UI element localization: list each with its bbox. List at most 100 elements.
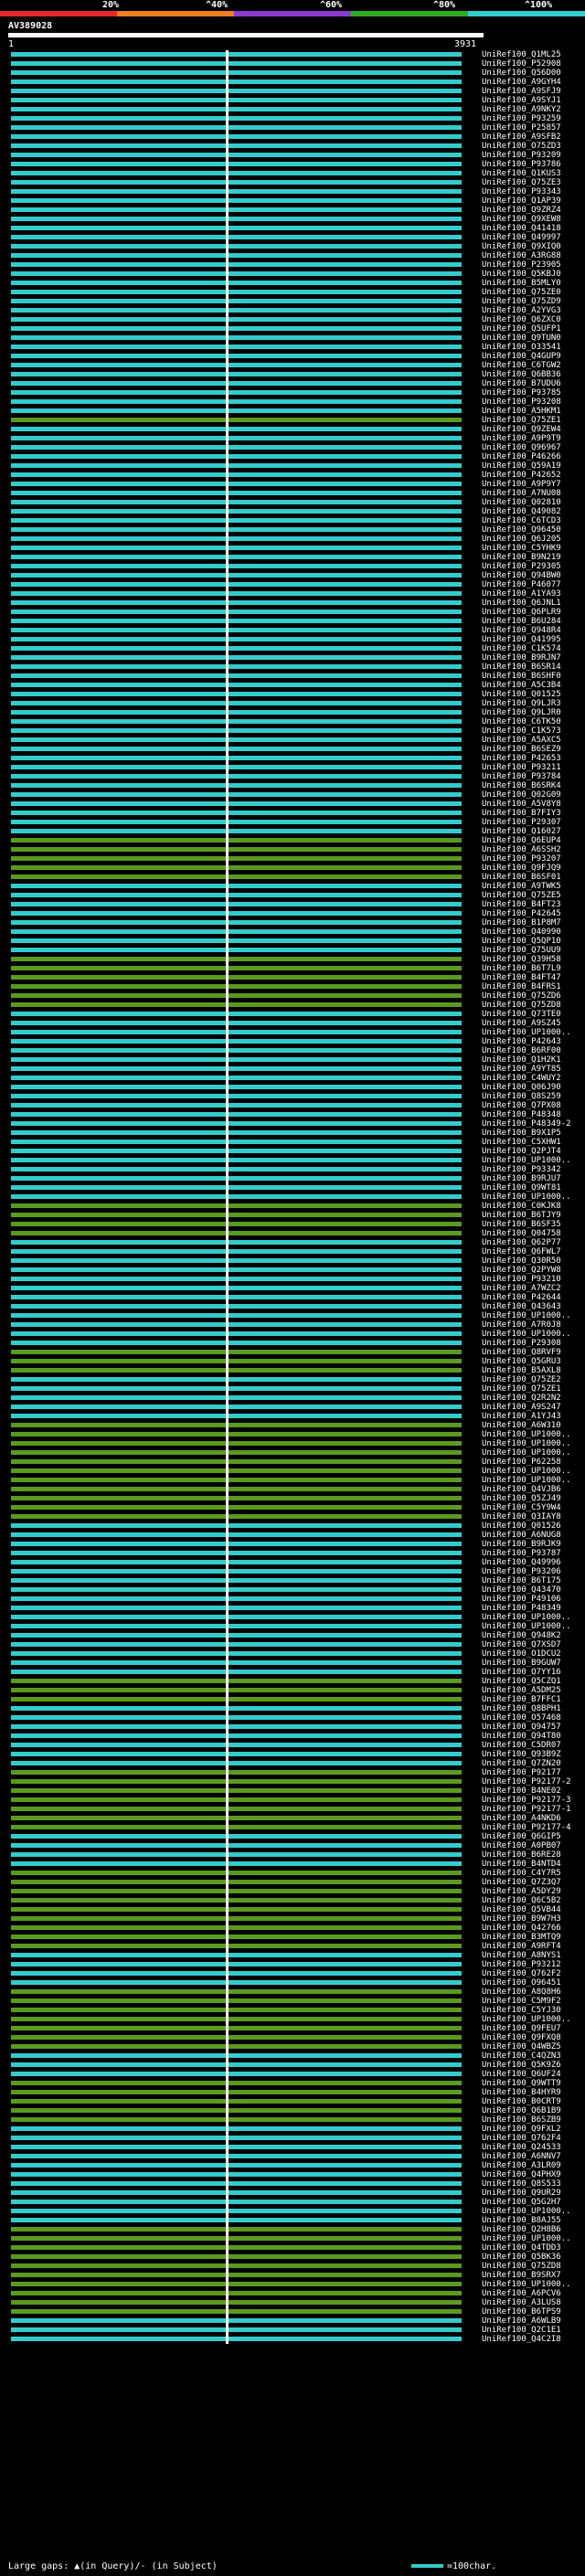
hit-bar[interactable] <box>11 747 462 751</box>
hit-label[interactable]: UniRef100_UP1000.. <box>482 1156 571 1165</box>
hit-row[interactable]: UniRef100_C6TK50 <box>0 717 585 726</box>
hit-label[interactable]: UniRef100_UP1000.. <box>482 1613 571 1622</box>
hit-row[interactable]: UniRef100_Q59A19 <box>0 461 585 471</box>
hit-label[interactable]: UniRef100_Q2R2N2 <box>482 1394 561 1403</box>
hit-bar[interactable] <box>11 1907 462 1912</box>
hit-bar[interactable] <box>11 875 462 879</box>
hit-bar[interactable] <box>11 628 462 632</box>
hit-bar[interactable] <box>11 1679 462 1683</box>
hit-bar[interactable] <box>11 262 462 267</box>
hit-row[interactable]: UniRef100_P42643 <box>0 1037 585 1046</box>
hit-label[interactable]: UniRef100_Q9FXL2 <box>482 2125 561 2134</box>
hit-bar[interactable] <box>11 783 462 788</box>
hit-bar[interactable] <box>11 1103 462 1108</box>
hit-label[interactable]: UniRef100_Q1H2K1 <box>482 1055 561 1065</box>
hit-bar[interactable] <box>11 902 462 906</box>
hit-row[interactable]: UniRef100_Q2PJT4 <box>0 1147 585 1156</box>
hit-label[interactable]: UniRef100_Q9XEW8 <box>482 215 561 224</box>
hit-label[interactable]: UniRef100_P93343 <box>482 187 561 196</box>
hit-label[interactable]: UniRef100_Q2H8B6 <box>482 2225 561 2234</box>
hit-row[interactable]: UniRef100_Q9FEU7 <box>0 2024 585 2033</box>
hit-bar[interactable] <box>11 500 462 504</box>
hit-bar[interactable] <box>11 2081 462 2085</box>
hit-row[interactable]: UniRef100_C4WUY2 <box>0 1074 585 1083</box>
hit-bar[interactable] <box>11 1286 462 1290</box>
hit-bar[interactable] <box>11 2273 462 2277</box>
hit-row[interactable]: UniRef100_Q9XEW8 <box>0 215 585 224</box>
hit-row[interactable]: UniRef100_Q6J205 <box>0 535 585 544</box>
hit-row[interactable]: UniRef100_P46266 <box>0 452 585 461</box>
hit-bar[interactable] <box>11 1706 462 1711</box>
hit-label[interactable]: UniRef100_P42645 <box>482 909 561 918</box>
hit-row[interactable]: UniRef100_Q6JNL1 <box>0 599 585 608</box>
hit-bar[interactable] <box>11 829 462 833</box>
hit-bar[interactable] <box>11 1496 462 1500</box>
hit-bar[interactable] <box>11 2035 462 2040</box>
hit-row[interactable]: UniRef100_UP1000.. <box>0 1439 585 1448</box>
hit-bar[interactable] <box>11 1898 462 1903</box>
hit-bar[interactable] <box>11 189 462 194</box>
hit-bar[interactable] <box>11 929 462 934</box>
hit-row[interactable]: UniRef100_A6NNV7 <box>0 2152 585 2161</box>
hit-row[interactable]: UniRef100_UP1000.. <box>0 1028 585 1037</box>
hit-row[interactable]: UniRef100_Q9XIQ0 <box>0 242 585 251</box>
hit-row[interactable]: UniRef100_P93206 <box>0 1567 585 1576</box>
hit-row[interactable]: UniRef100_C5DR07 <box>0 1741 585 1750</box>
hit-bar[interactable] <box>11 1715 462 1720</box>
hit-label[interactable]: UniRef100_P93211 <box>482 763 561 772</box>
hit-row[interactable]: UniRef100_Q49082 <box>0 507 585 516</box>
hit-row[interactable]: UniRef100_C4QZN3 <box>0 2051 585 2061</box>
hit-bar[interactable] <box>11 600 462 605</box>
hit-label[interactable]: UniRef100_Q1ML25 <box>482 50 561 59</box>
hit-bar[interactable] <box>11 89 462 93</box>
hit-row[interactable]: UniRef100_B6SZB9 <box>0 2115 585 2125</box>
hit-label[interactable]: UniRef100_C6TGW2 <box>482 361 561 370</box>
hit-bar[interactable] <box>11 253 462 258</box>
hit-label[interactable]: UniRef100_B7UDU6 <box>482 379 561 388</box>
hit-label[interactable]: UniRef100_Q8S259 <box>482 1092 561 1101</box>
hit-label[interactable]: UniRef100_Q4C2I8 <box>482 2335 561 2344</box>
hit-label[interactable]: UniRef100_UP1000.. <box>482 1476 571 1485</box>
hit-row[interactable]: UniRef100_A7R0J8 <box>0 1320 585 1330</box>
hit-label[interactable]: UniRef100_P93208 <box>482 398 561 407</box>
hit-label[interactable]: UniRef100_P93207 <box>482 854 561 864</box>
hit-row[interactable]: UniRef100_A4NKD6 <box>0 1814 585 1823</box>
hit-label[interactable]: UniRef100_Q9UR29 <box>482 2189 561 2198</box>
hit-label[interactable]: UniRef100_B6SF35 <box>482 1220 561 1229</box>
hit-row[interactable]: UniRef100_B6SF35 <box>0 1220 585 1229</box>
hit-bar[interactable] <box>11 1002 462 1007</box>
hit-label[interactable]: UniRef100_Q94757 <box>482 1723 561 1732</box>
hit-label[interactable]: UniRef100_P42644 <box>482 1293 561 1302</box>
hit-row[interactable]: UniRef100_P52908 <box>0 59 585 69</box>
hit-label[interactable]: UniRef100_Q06J90 <box>482 1083 561 1092</box>
hit-label[interactable]: UniRef100_UP1000.. <box>482 1311 571 1320</box>
hit-bar[interactable] <box>11 1423 462 1427</box>
hit-label[interactable]: UniRef100_Q02810 <box>482 498 561 507</box>
hit-bar[interactable] <box>11 664 462 669</box>
hit-row[interactable]: UniRef100_P92177-1 <box>0 1805 585 1814</box>
hit-row[interactable]: UniRef100_Q94T80 <box>0 1732 585 1741</box>
hit-bar[interactable] <box>11 390 462 395</box>
hit-bar[interactable] <box>11 207 462 212</box>
hit-label[interactable]: UniRef100_P48349-2 <box>482 1119 571 1129</box>
hit-label[interactable]: UniRef100_Q2C1E1 <box>482 2326 561 2335</box>
hit-label[interactable]: UniRef100_Q59A19 <box>482 461 561 471</box>
hit-label[interactable]: UniRef100_Q9WT81 <box>482 1183 561 1193</box>
hit-row[interactable]: UniRef100_B6RE28 <box>0 1850 585 1860</box>
hit-bar[interactable] <box>11 2117 462 2122</box>
hit-label[interactable]: UniRef100_Q30R50 <box>482 1256 561 1266</box>
hit-label[interactable]: UniRef100_Q5QP10 <box>482 937 561 946</box>
hit-label[interactable]: UniRef100_Q1KUS3 <box>482 169 561 178</box>
hit-label[interactable]: UniRef100_UP1000.. <box>482 2234 571 2243</box>
hit-label[interactable]: UniRef100_C5M9F2 <box>482 1997 561 2006</box>
hit-label[interactable]: UniRef100_Q5GRU3 <box>482 1357 561 1366</box>
hit-row[interactable]: UniRef100_B9GUW7 <box>0 1659 585 1668</box>
hit-row[interactable]: UniRef100_Q5KBJ0 <box>0 270 585 279</box>
hit-row[interactable]: UniRef100_UP1000.. <box>0 1622 585 1631</box>
hit-label[interactable]: UniRef100_UP1000.. <box>482 1028 571 1037</box>
hit-bar[interactable] <box>11 582 462 587</box>
hit-bar[interactable] <box>11 299 462 303</box>
hit-row[interactable]: UniRef100_UP1000.. <box>0 1467 585 1476</box>
hit-bar[interactable] <box>11 2053 462 2058</box>
hit-row[interactable]: UniRef100_Q43643 <box>0 1302 585 1311</box>
